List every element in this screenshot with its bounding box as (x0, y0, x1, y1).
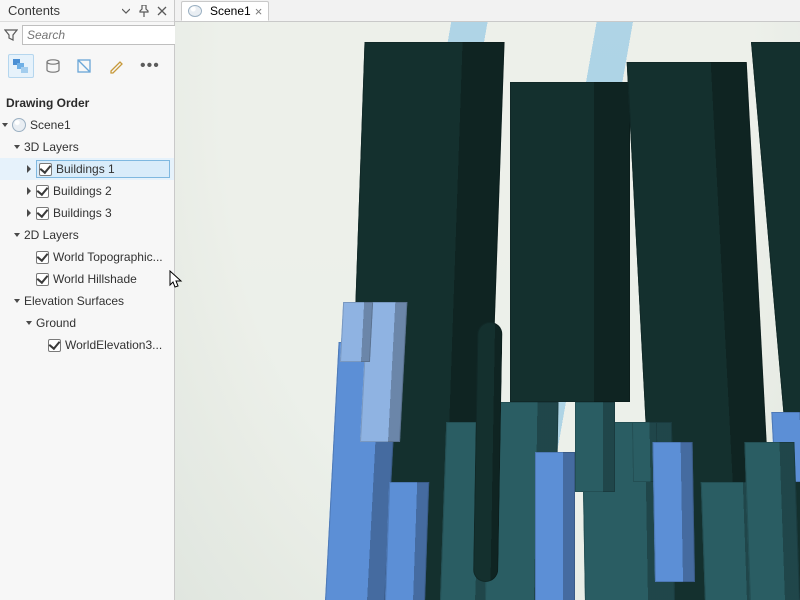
filter-icon[interactable] (4, 25, 18, 45)
building-block (653, 442, 695, 582)
tab-scene1[interactable]: Scene1 × (181, 1, 269, 21)
visibility-checkbox[interactable] (39, 163, 52, 176)
layer-row-world-hillshade[interactable]: World Hillshade (0, 268, 174, 290)
globe-icon (12, 118, 26, 132)
dropdown-icon[interactable] (118, 3, 134, 19)
visibility-checkbox[interactable] (48, 339, 61, 352)
building-block (535, 452, 575, 600)
layer-row-buildings-3[interactable]: Buildings 3 (0, 202, 174, 224)
building-block (385, 482, 429, 600)
list-by-selection-button[interactable] (72, 54, 98, 78)
expand-icon[interactable] (12, 230, 22, 240)
expand-icon[interactable] (12, 142, 22, 152)
list-by-editing-button[interactable] (104, 54, 130, 78)
cursor-icon (167, 270, 185, 292)
group-3d-layers[interactable]: 3D Layers (0, 136, 174, 158)
layer-label: WorldElevation3... (65, 338, 170, 352)
panel-title: Contents (8, 3, 116, 18)
panel-header: Contents (0, 0, 174, 22)
group-2d-layers[interactable]: 2D Layers (0, 224, 174, 246)
layer-label: World Hillshade (53, 272, 170, 286)
list-by-drawing-order-button[interactable] (8, 54, 34, 78)
layer-label: Buildings 1 (56, 162, 167, 176)
scene-label: Scene1 (30, 118, 170, 132)
search-input[interactable] (27, 28, 184, 42)
layer-row-buildings-1[interactable]: Buildings 1 (0, 158, 174, 180)
drawing-order-label: Drawing Order (0, 92, 174, 114)
group-elevation-surfaces[interactable]: Elevation Surfaces (0, 290, 174, 312)
more-icon[interactable]: ••• (136, 57, 164, 75)
expand-icon[interactable] (24, 318, 34, 328)
group-label: 2D Layers (24, 228, 170, 242)
expand-icon[interactable] (24, 164, 34, 174)
layer-tree: Drawing Order Scene1 3D Layers Buildings… (0, 88, 174, 600)
building-block (744, 442, 800, 600)
globe-icon (188, 5, 202, 17)
main-area: Scene1 × (175, 0, 800, 600)
group-label: 3D Layers (24, 140, 170, 154)
search-row (0, 22, 174, 48)
layer-row-world-topo[interactable]: World Topographic... (0, 246, 174, 268)
expand-icon[interactable] (0, 120, 10, 130)
pin-icon[interactable] (136, 3, 152, 19)
expand-icon[interactable] (24, 208, 34, 218)
layer-label: Buildings 3 (53, 206, 170, 220)
scene-row[interactable]: Scene1 (0, 114, 174, 136)
group-label: Ground (36, 316, 170, 330)
app-root: Contents (0, 0, 800, 600)
view-tab-bar: Scene1 × (175, 0, 800, 22)
layer-label: World Topographic... (53, 250, 170, 264)
group-label: Elevation Surfaces (24, 294, 170, 308)
panel-toolbar: ••• (0, 48, 174, 88)
contents-panel: Contents (0, 0, 175, 600)
visibility-checkbox[interactable] (36, 185, 49, 198)
building-block (575, 402, 615, 492)
expand-icon[interactable] (24, 186, 34, 196)
layer-label: Buildings 2 (53, 184, 170, 198)
expand-icon[interactable] (12, 296, 22, 306)
group-ground[interactable]: Ground (0, 312, 174, 334)
visibility-checkbox[interactable] (36, 273, 49, 286)
visibility-checkbox[interactable] (36, 251, 49, 264)
scene-viewport[interactable] (175, 22, 800, 600)
building-block (510, 82, 630, 402)
list-by-source-button[interactable] (40, 54, 66, 78)
building-block (473, 322, 503, 582)
visibility-checkbox[interactable] (36, 207, 49, 220)
close-icon[interactable]: × (255, 5, 263, 18)
layer-row-buildings-2[interactable]: Buildings 2 (0, 180, 174, 202)
building-block (340, 302, 373, 362)
close-icon[interactable] (154, 3, 170, 19)
tab-label: Scene1 (210, 4, 251, 18)
layer-row-world-elevation[interactable]: WorldElevation3... (0, 334, 174, 356)
